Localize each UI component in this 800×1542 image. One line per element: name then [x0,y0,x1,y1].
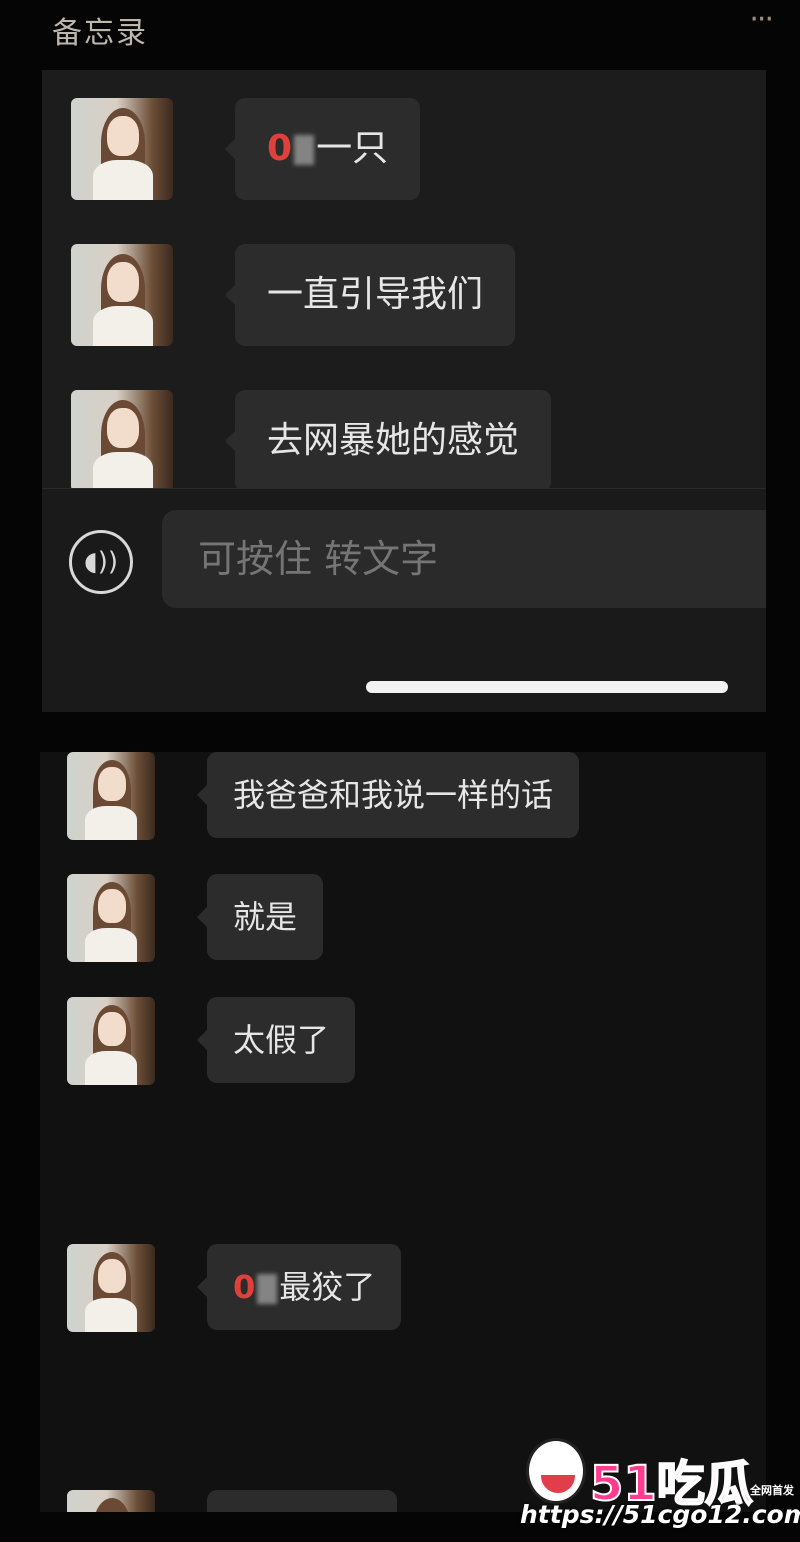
avatar[interactable] [67,1244,155,1332]
message-text: 去网暴她的感觉 [267,420,520,461]
blur-smudge [257,1274,278,1304]
message-bubble[interactable]: 我爸爸和我说一样的话 [196,752,580,838]
avatar[interactable] [67,997,155,1085]
message-bubble[interactable]: 太假了 [196,997,356,1083]
avatar[interactable] [67,752,155,840]
chat-panel-top: 0 一只 一直引导我们 去网暴她的感觉 ◖)) [42,70,766,712]
message-text: 最狡了 [279,1268,376,1306]
page-title: 备忘录 [52,16,148,51]
message-bubble[interactable]: 0 一只 [224,98,421,200]
message-text: 我爸爸和我说一样的话 [233,776,554,814]
avatar[interactable] [67,1490,155,1512]
chat-panel-bottom: 我爸爸和我说一样的话 就是 太假了 0 最狡了 [40,752,766,1512]
watermark-url: https://51cgo12.com [520,1500,800,1529]
panda-mascot-icon [526,1438,586,1504]
message-text: 一只 [316,128,389,169]
avatar[interactable] [67,874,155,962]
watermark: 51吃瓜 全网首发 https://51cgo12.com [520,1432,800,1542]
avatar[interactable] [71,98,173,200]
message-bubble[interactable]: 一直引导我们 [224,244,516,346]
blur-smudge [294,135,315,165]
message-bubble[interactable]: 就是 [196,874,324,960]
input-bar: ◖)) [42,488,766,712]
top-bar: 备忘录 ··· [0,0,800,60]
message-bubble[interactable]: 0 最狡了 [196,1244,402,1330]
message-input[interactable] [162,510,766,608]
message-text: 就是 [233,898,298,936]
home-indicator[interactable] [366,681,728,693]
more-options-icon[interactable]: ··· [749,2,774,37]
censor-mark: 0 [267,128,293,169]
message-text: 太假了 [233,1021,330,1059]
voice-wave-icon[interactable]: ◖)) [69,530,133,594]
message-bubble[interactable] [207,1490,397,1512]
censor-mark: 0 [233,1268,256,1306]
message-bubble[interactable]: 去网暴她的感觉 [224,390,552,492]
avatar[interactable] [71,244,173,346]
avatar[interactable] [71,390,173,492]
watermark-tag: 全网首发 [750,1484,794,1497]
message-text: 一直引导我们 [267,274,484,315]
